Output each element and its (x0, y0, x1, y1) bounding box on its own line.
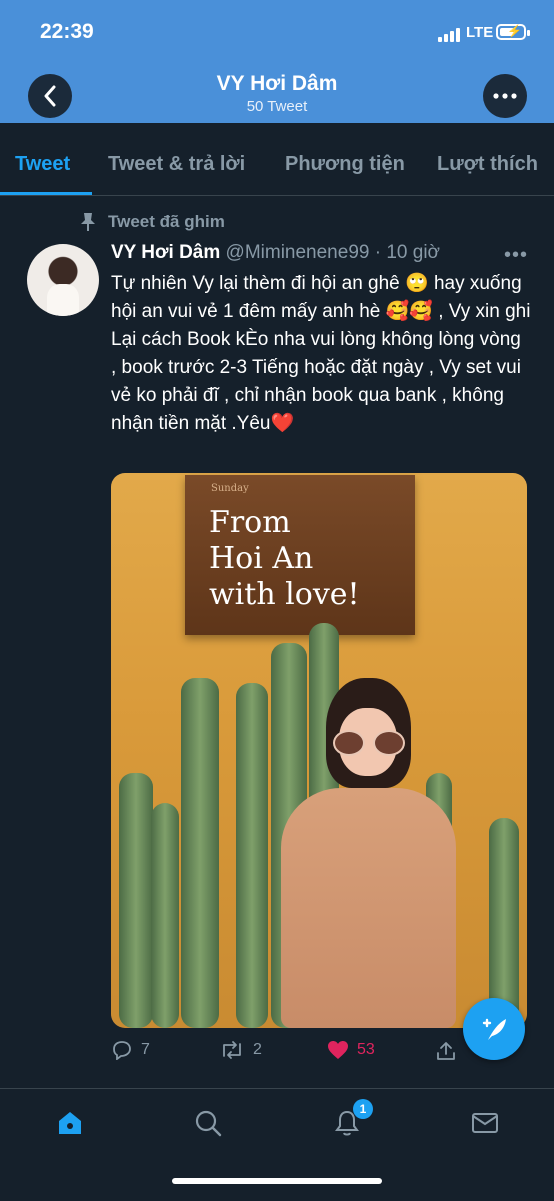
tab-media[interactable]: Phương tiện (285, 153, 405, 176)
avatar[interactable] (27, 244, 99, 316)
profile-header: 22:39 LTE ⚡ VY Hơi Dâm 50 Tweet (0, 0, 554, 123)
retweet-count: 2 (253, 1041, 262, 1058)
header-title-block: VY Hơi Dâm 50 Tweet (0, 72, 554, 115)
home-indicator (172, 1178, 382, 1184)
home-icon (59, 1112, 81, 1134)
sign-line-2: Hoi An (209, 541, 314, 576)
tab-likes[interactable]: Lượt thích (437, 153, 538, 176)
nav-home[interactable] (52, 1105, 88, 1141)
tweet-media[interactable]: Sunday From Hoi An with love! (111, 473, 527, 1028)
tweet-time: · 10 giờ (374, 242, 441, 263)
compose-feather-icon (482, 1018, 506, 1040)
retweet-icon (223, 1041, 241, 1059)
retweet-button[interactable]: 2 (219, 1040, 262, 1060)
signal-icon (438, 26, 464, 42)
tab-tweets-replies[interactable]: Tweet & trả lời (108, 153, 245, 176)
status-bar: 22:39 LTE ⚡ (0, 0, 554, 66)
heart-icon (328, 1041, 348, 1059)
cactus (181, 678, 219, 1028)
like-button[interactable]: 53 (327, 1040, 375, 1060)
page-title: VY Hơi Dâm (216, 72, 338, 95)
sign-text: From Hoi An with love! (209, 505, 360, 613)
battery-icon: ⚡ (496, 24, 530, 40)
like-count: 53 (357, 1041, 375, 1058)
active-tab-indicator (0, 192, 92, 195)
more-options-button[interactable] (483, 74, 527, 118)
network-label: LTE (466, 24, 494, 41)
reply-count: 7 (141, 1041, 150, 1058)
bottom-navigation: 1 (0, 1088, 554, 1201)
cactus (236, 683, 268, 1028)
cactus (489, 818, 519, 1028)
tweet-count: 50 Tweet (246, 98, 308, 115)
notification-badge: 1 (353, 1099, 373, 1119)
reply-button[interactable]: 7 (111, 1040, 150, 1060)
tab-tweets[interactable]: Tweet (15, 153, 70, 176)
tweet-text: Tự nhiên Vy lại thèm đi hội an ghê 🙄 hay… (111, 273, 531, 434)
status-time: 22:39 (40, 20, 94, 43)
photo-person (281, 678, 461, 1028)
pinned-label: Tweet đã ghim (80, 212, 225, 232)
wooden-sign: Sunday From Hoi An with love! (185, 475, 415, 635)
pinned-text: Tweet đã ghim (108, 212, 225, 231)
pin-icon (81, 213, 95, 231)
tweet-header: VY Hơi Dâm @Miminenene99 · 10 giờ (111, 242, 531, 264)
share-icon (437, 1042, 455, 1060)
profile-tabs: Tweet Tweet & trả lời Phương tiện Lượt t… (0, 123, 554, 196)
user-handle: @Miminenene99 (225, 242, 370, 263)
cactus (151, 803, 179, 1028)
sign-line-1: From (209, 505, 291, 540)
display-name[interactable]: VY Hơi Dâm (111, 242, 220, 263)
cactus (119, 773, 153, 1028)
sign-line-3: with love! (209, 577, 360, 612)
share-button[interactable] (435, 1040, 457, 1062)
tweet-more-button[interactable]: ••• (504, 244, 528, 267)
search-icon (195, 1110, 222, 1137)
mail-icon (472, 1113, 498, 1133)
compose-tweet-button[interactable] (463, 998, 525, 1060)
more-icon (493, 93, 517, 99)
reply-icon (113, 1041, 131, 1060)
nav-messages[interactable] (467, 1105, 503, 1141)
sign-small-text: Sunday (211, 483, 249, 494)
nav-search[interactable] (190, 1105, 226, 1141)
